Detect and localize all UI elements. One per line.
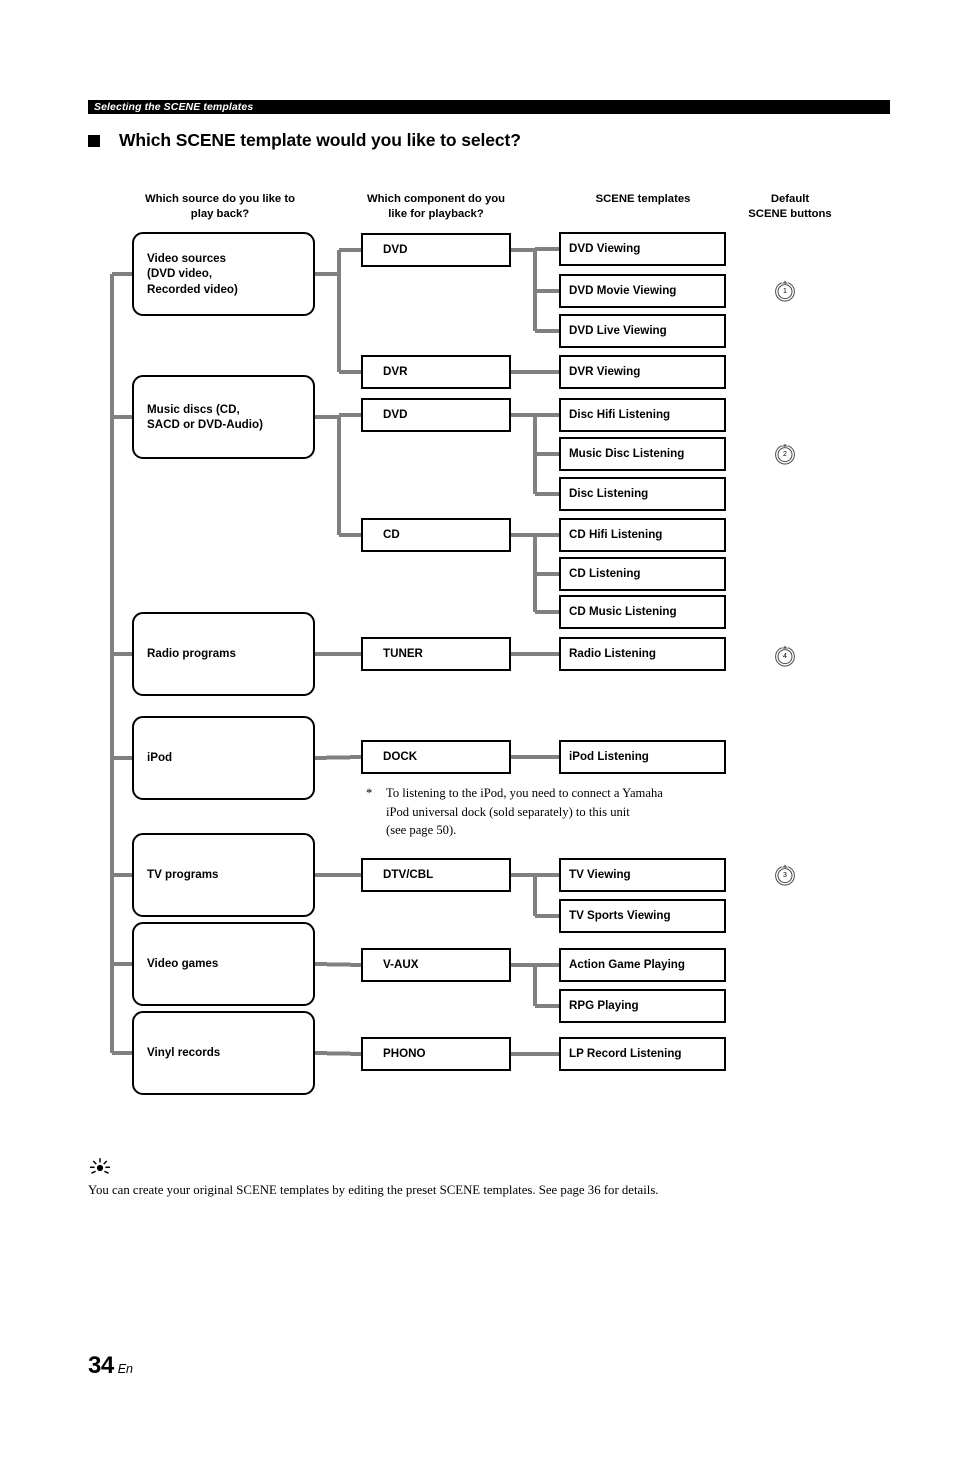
cmp-dvd-audio-label: DVD [383,408,408,422]
src-radio-programs-label: Radio programs [147,647,236,661]
tip-text: You can create your original SCENE templ… [88,1183,659,1197]
src-music-discs-label: Music discs (CD, SACD or DVD-Audio) [147,402,263,432]
tpl-music-disc-listening: Music Disc Listening [559,437,726,471]
cmp-tuner: TUNER [361,637,511,671]
tpl-dvd-live-viewing: DVD Live Viewing [559,314,726,348]
cmp-v-aux: V-AUX [361,948,511,982]
src-video-sources: Video sources (DVD video, Recorded video… [132,232,315,316]
src-ipod-label: iPod [147,751,173,765]
scene-button-3[interactable]: 3 [774,864,796,886]
cmp-dock: DOCK [361,740,511,774]
src-vinyl-records-label: Vinyl records [147,1046,221,1060]
tpl-action-game-playing-label: Action Game Playing [569,958,685,972]
tpl-dvd-live-viewing-label: DVD Live Viewing [569,324,667,338]
src-radio-programs: Radio programs [132,612,315,696]
tpl-disc-hifi-listening: Disc Hifi Listening [559,398,726,432]
tpl-cd-music-listening-label: CD Music Listening [569,605,677,619]
tpl-cd-music-listening: CD Music Listening [559,595,726,629]
tpl-rpg-playing-label: RPG Playing [569,999,639,1013]
tpl-cd-listening: CD Listening [559,557,726,591]
tpl-radio-listening-label: Radio Listening [569,647,656,661]
cmp-phono: PHONO [361,1037,511,1071]
cmp-dvr: DVR [361,355,511,389]
tpl-lp-record-listening-label: LP Record Listening [569,1047,682,1061]
tpl-ipod-listening-label: iPod Listening [569,750,649,764]
tpl-disc-listening: Disc Listening [559,477,726,511]
tpl-cd-hifi-listening-label: CD Hifi Listening [569,528,663,542]
src-video-sources-label: Video sources (DVD video, Recorded video… [147,251,238,296]
tpl-action-game-playing: Action Game Playing [559,948,726,982]
cmp-dtv-cbl-label: DTV/CBL [383,868,434,882]
cmp-dvr-label: DVR [383,365,408,379]
tpl-disc-hifi-listening-label: Disc Hifi Listening [569,408,671,422]
column-header-default-scene-buttons: Default SCENE buttons [748,193,832,220]
tpl-ipod-listening: iPod Listening [559,740,726,774]
cmp-v-aux-label: V-AUX [383,958,419,972]
tpl-dvd-movie-viewing: DVD Movie Viewing [559,274,726,308]
cmp-dtv-cbl: DTV/CBL [361,858,511,892]
scene-button-1[interactable]: 1 [774,280,796,302]
tpl-dvr-viewing-label: DVR Viewing [569,365,641,379]
scene-button-3-number: 3 [783,871,787,879]
cmp-dvd-video-label: DVD [383,243,408,257]
cmp-dvd-audio: DVD [361,398,511,432]
page-footer: 34 En [88,1352,133,1380]
scene-button-1-number: 1 [783,287,787,295]
ipod-footnote: * To listening to the iPod, you need to … [366,784,726,840]
scene-button-2[interactable]: 2 [774,443,796,465]
tpl-dvd-viewing: DVD Viewing [559,232,726,266]
tpl-disc-listening-label: Disc Listening [569,487,649,501]
tpl-tv-sports-viewing-label: TV Sports Viewing [569,909,671,923]
page-language: En [117,1362,133,1376]
footnote-marker: * [366,786,373,800]
cmp-cd-label: CD [383,528,400,542]
tpl-cd-hifi-listening: CD Hifi Listening [559,518,726,552]
scene-button-2-number: 2 [783,450,787,458]
tpl-dvr-viewing: DVR Viewing [559,355,726,389]
src-video-games-label: Video games [147,957,219,971]
src-tv-programs-label: TV programs [147,868,219,882]
cmp-dvd-video: DVD [361,233,511,267]
tpl-dvd-viewing-label: DVD Viewing [569,242,641,256]
tpl-music-disc-listening-label: Music Disc Listening [569,447,685,461]
scene-button-4-number: 4 [783,652,787,660]
tpl-tv-viewing: TV Viewing [559,858,726,892]
footnote-text: To listening to the iPod, you need to co… [386,786,663,837]
tip-sun-icon [88,1156,112,1178]
cmp-dock-label: DOCK [383,750,418,764]
running-header-title: Selecting the SCENE templates [94,101,254,113]
src-music-discs: Music discs (CD, SACD or DVD-Audio) [132,375,315,459]
tpl-tv-viewing-label: TV Viewing [569,868,631,882]
column-header-component: Which component do you like for playback… [366,193,506,220]
tpl-radio-listening: Radio Listening [559,637,726,671]
page-title: Which SCENE template would you like to s… [119,130,521,150]
src-vinyl-records: Vinyl records [132,1011,315,1095]
src-video-games: Video games [132,922,315,1006]
scene-button-4[interactable]: 4 [774,645,796,667]
tpl-lp-record-listening: LP Record Listening [559,1037,726,1071]
tpl-tv-sports-viewing: TV Sports Viewing [559,899,726,933]
tpl-cd-listening-label: CD Listening [569,567,641,581]
cmp-tuner-label: TUNER [383,647,423,661]
column-header-source: Which source do you like to play back? [144,193,295,220]
page-number: 34 [88,1352,114,1379]
tpl-rpg-playing: RPG Playing [559,989,726,1023]
cmp-cd: CD [361,518,511,552]
running-header-bar: Selecting the SCENE templates [88,100,890,114]
square-bullet-icon [88,134,100,147]
tpl-dvd-movie-viewing-label: DVD Movie Viewing [569,284,677,298]
cmp-phono-label: PHONO [383,1047,426,1061]
src-tv-programs: TV programs [132,833,315,917]
section-heading: Which SCENE template would you like to s… [88,130,521,151]
src-ipod: iPod [132,716,315,800]
